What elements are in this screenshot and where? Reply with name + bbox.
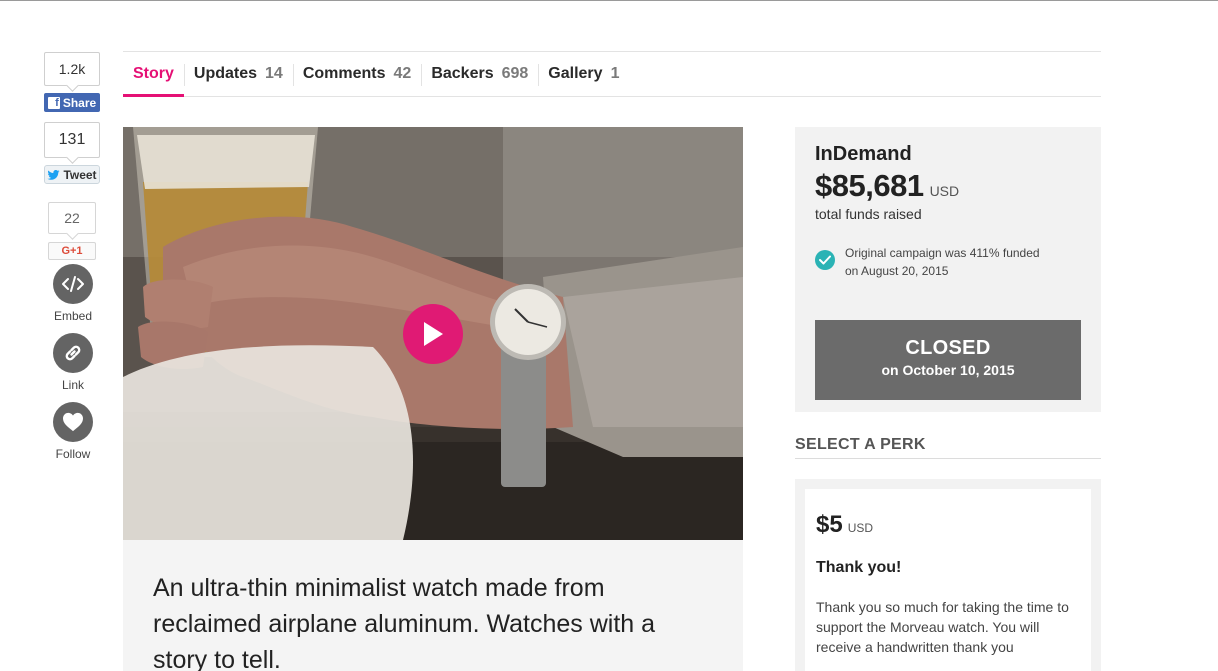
- funding-amount: $85,681: [815, 168, 924, 203]
- closed-title: CLOSED: [905, 337, 991, 359]
- original-funded-line: Original campaign was 411% funded: [845, 246, 1040, 260]
- perk-list: $5 USD Thank you! Thank you so much for …: [795, 479, 1101, 671]
- social-rail: 1.2k f Share 131 Tweet 22 G+1 Embed Link…: [44, 52, 102, 461]
- perk-description: Thank you so much for taking the time to…: [816, 599, 1069, 655]
- facebook-share-label: Share: [62, 95, 97, 110]
- tab-label: Gallery: [548, 65, 603, 82]
- tab-count: 698: [501, 65, 529, 82]
- original-campaign-note: Original campaign was 411% funded on Aug…: [815, 244, 1081, 280]
- embed-action[interactable]: Embed: [52, 264, 94, 323]
- tab-label: Comments: [302, 65, 386, 82]
- tab-gallery[interactable]: Gallery 1: [538, 52, 629, 96]
- perk-price-row: $5 USD: [816, 511, 1080, 539]
- play-button[interactable]: [403, 304, 463, 364]
- tab-label: Backers: [431, 65, 494, 82]
- perk-title: Thank you!: [816, 559, 902, 576]
- heart-icon: [63, 412, 83, 432]
- follow-label: Follow: [55, 447, 91, 461]
- perk-currency: USD: [847, 521, 874, 535]
- tab-label: Story: [133, 65, 174, 82]
- closed-date: on October 10, 2015: [881, 362, 1015, 378]
- facebook-icon: f: [47, 96, 60, 109]
- tab-count: 1: [610, 65, 620, 82]
- google-plus-count: 22: [48, 202, 96, 234]
- campaign-video[interactable]: [123, 127, 743, 540]
- funding-card: InDemand $85,681 USD total funds raised …: [795, 127, 1101, 412]
- link-action[interactable]: Link: [52, 333, 94, 392]
- embed-label: Embed: [53, 309, 93, 323]
- play-icon: [424, 322, 443, 346]
- tab-count: 42: [393, 65, 412, 82]
- tab-updates[interactable]: Updates 14: [183, 52, 293, 96]
- tweet-count: 131: [44, 122, 100, 158]
- tab-label: Updates: [193, 65, 258, 82]
- code-icon: [62, 276, 84, 292]
- funding-amount-row: $85,681 USD: [815, 168, 1081, 204]
- tweet-button[interactable]: Tweet: [44, 165, 100, 184]
- tweet-label: Tweet: [63, 167, 97, 182]
- funding-currency: USD: [929, 183, 960, 199]
- closed-status-button: CLOSED on October 10, 2015: [815, 320, 1081, 400]
- campaign-tabs: Story Updates 14 Comments 42 Backers 698…: [123, 51, 1101, 97]
- link-icon: [65, 345, 81, 361]
- story-summary-box: An ultra-thin minimalist watch made from…: [123, 540, 743, 671]
- original-date-line: on August 20, 2015: [845, 264, 949, 278]
- perk-price: $5: [816, 511, 843, 538]
- follow-button[interactable]: [53, 402, 93, 442]
- embed-button[interactable]: [53, 264, 93, 304]
- perk-section-heading: SELECT A PERK: [795, 436, 1101, 459]
- checkmark-icon: [815, 250, 835, 270]
- link-label: Link: [61, 378, 84, 392]
- facebook-share-button[interactable]: f Share: [44, 93, 100, 112]
- top-divider: [0, 0, 1218, 1]
- tab-count: 14: [265, 65, 283, 82]
- link-button[interactable]: [53, 333, 93, 373]
- funding-label: InDemand: [815, 143, 912, 165]
- twitter-bird-icon: [47, 169, 60, 180]
- perk-card[interactable]: $5 USD Thank you! Thank you so much for …: [805, 489, 1091, 671]
- original-campaign-text: Original campaign was 411% funded on Aug…: [845, 244, 1040, 280]
- tab-comments[interactable]: Comments 42: [292, 52, 421, 96]
- follow-action[interactable]: Follow: [52, 402, 94, 461]
- google-plus-button[interactable]: G+1: [48, 242, 96, 260]
- funding-subtitle: total funds raised: [815, 206, 922, 222]
- tab-backers[interactable]: Backers 698: [421, 52, 538, 96]
- tab-story[interactable]: Story: [123, 52, 184, 97]
- story-summary: An ultra-thin minimalist watch made from…: [153, 574, 656, 671]
- facebook-share-count: 1.2k: [44, 52, 100, 86]
